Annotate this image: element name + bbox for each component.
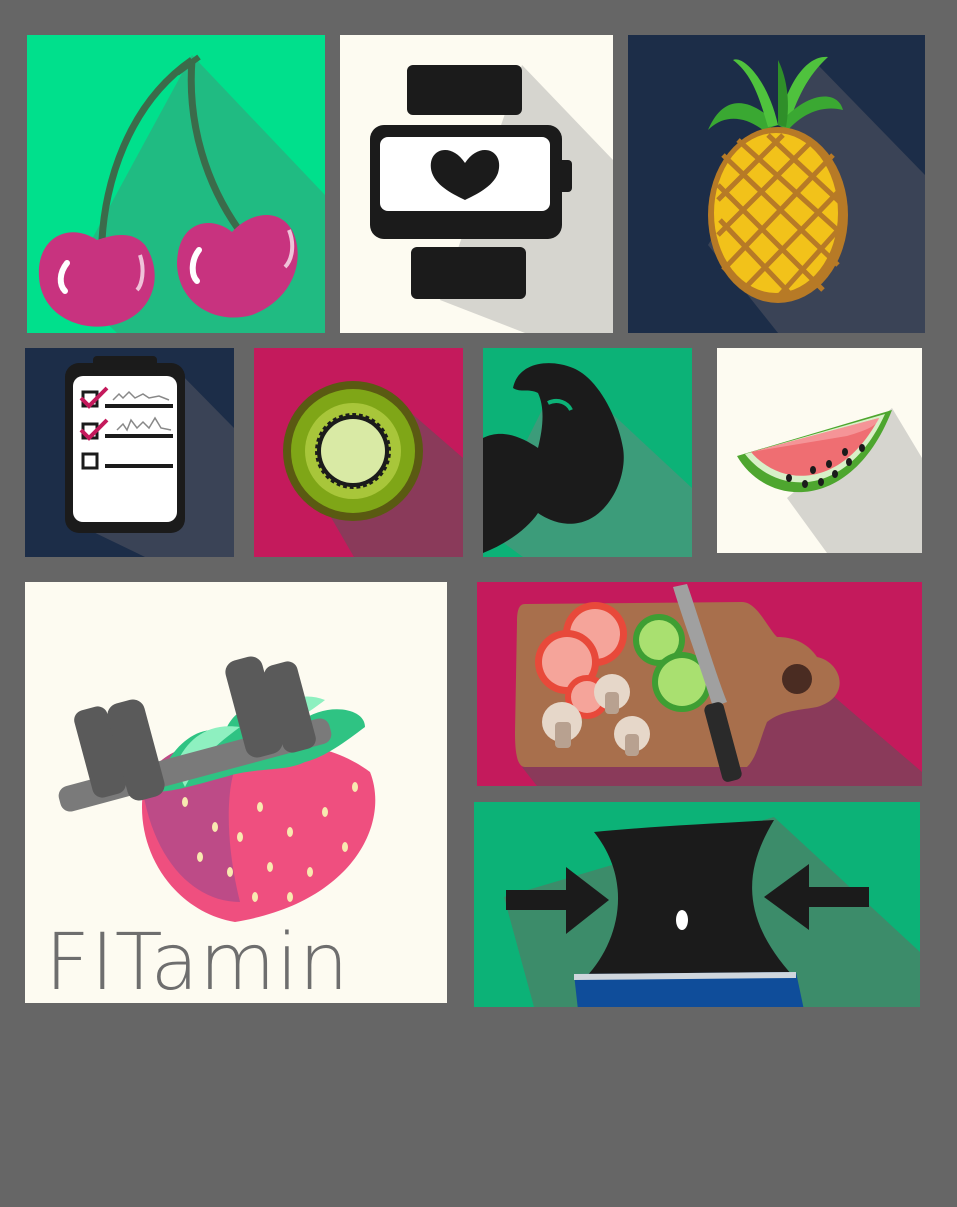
smartwatch-heart-icon	[370, 65, 613, 333]
tile-watermelon[interactable]	[717, 348, 922, 553]
watermelon-slice-icon	[737, 408, 922, 553]
tile-heart-rate-watch[interactable]	[340, 35, 613, 333]
kiwi-slice-icon	[283, 381, 463, 557]
tile-cutting-board[interactable]	[477, 582, 922, 786]
tile-checklist[interactable]	[25, 348, 234, 557]
pineapple-icon	[708, 56, 925, 333]
checklist-clipboard-icon	[65, 356, 234, 557]
tile-slim-waist[interactable]	[474, 802, 920, 1007]
tile-cherries[interactable]	[27, 35, 325, 333]
tile-fitamin-logo[interactable]: FITamin	[25, 582, 447, 1003]
tile-bicep[interactable]	[483, 348, 692, 557]
tile-grid: FITamin	[0, 0, 957, 1207]
cherries-icon	[38, 54, 325, 333]
brand-wordmark: FITamin	[45, 918, 350, 1003]
cutting-board-vegetables-icon	[515, 584, 922, 786]
tile-pineapple[interactable]	[628, 35, 925, 333]
tile-kiwi[interactable]	[254, 348, 463, 557]
flexed-bicep-icon	[483, 363, 692, 557]
slim-waist-icon	[504, 817, 920, 1007]
